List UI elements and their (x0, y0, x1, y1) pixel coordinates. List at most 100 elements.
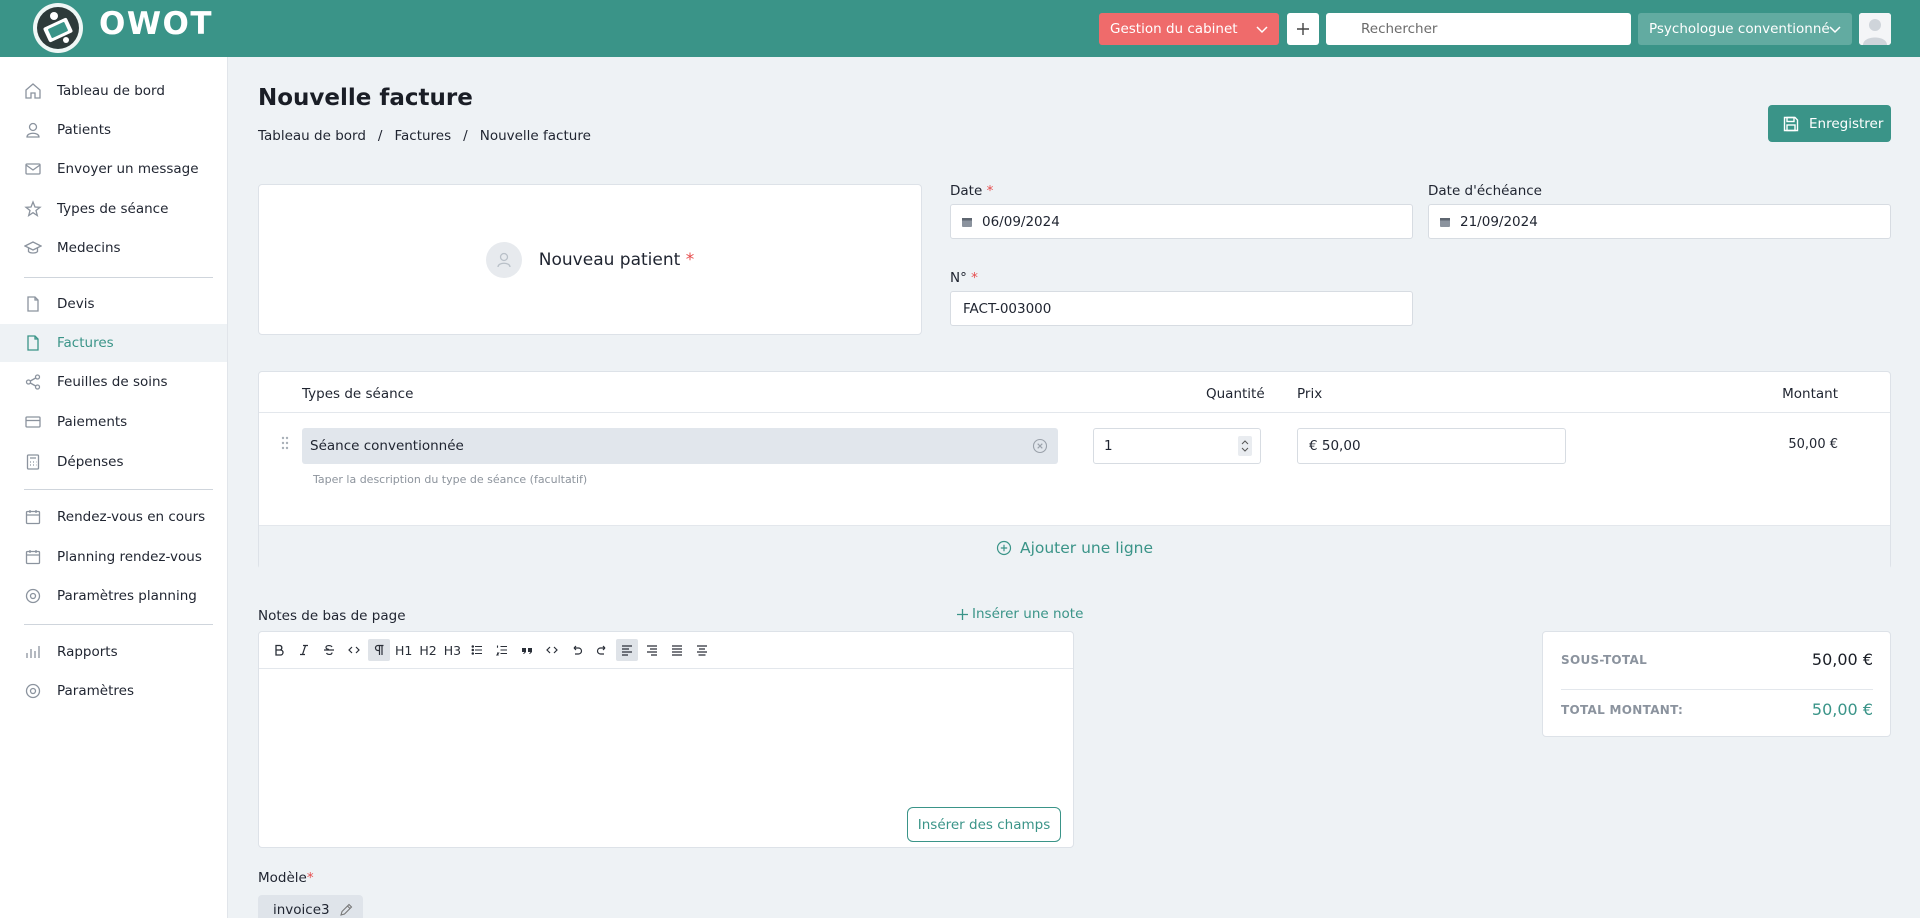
bold-icon[interactable] (268, 639, 290, 661)
add-line-button[interactable]: Ajouter une ligne (259, 525, 1890, 569)
user-avatar[interactable] (1859, 13, 1891, 45)
sidebar-item-label: Feuilles de soins (57, 374, 168, 390)
sidebar-item-payments[interactable]: Paiements (0, 403, 227, 441)
strikethrough-icon[interactable] (318, 639, 340, 661)
quantity-stepper[interactable]: 1 (1093, 428, 1261, 464)
breadcrumb-link-invoices[interactable]: Factures (394, 128, 451, 144)
invoice-number-value: FACT-003000 (963, 300, 1052, 317)
file-icon (24, 295, 42, 313)
sidebar-item-session-types[interactable]: Types de séance (0, 190, 227, 228)
sidebar: Tableau de bord Patients Envoyer un mess… (0, 57, 228, 918)
calendar-icon (961, 216, 973, 228)
patient-selector[interactable]: Nouveau patient * (258, 184, 922, 335)
date-field[interactable]: 06/09/2024 (950, 204, 1413, 239)
save-button[interactable]: Enregistrer (1768, 105, 1891, 142)
sidebar-item-care-sheets[interactable]: Feuilles de soins (0, 363, 227, 401)
sidebar-item-send-message[interactable]: Envoyer un message (0, 150, 227, 188)
invoice-number-field[interactable]: FACT-003000 (950, 291, 1413, 326)
gear-icon (24, 682, 42, 700)
sidebar-item-dashboard[interactable]: Tableau de bord (0, 72, 227, 110)
invoice-items-table: Types de séance Quantité Prix Montant Sé… (258, 371, 1891, 569)
plus-circle-icon (996, 540, 1020, 556)
line-amount: 50,00 € (1788, 437, 1838, 452)
patient-selector-label: Nouveau patient * (538, 249, 695, 270)
sidebar-item-appointment-planning[interactable]: Planning rendez-vous (0, 538, 227, 576)
gear-icon (24, 587, 42, 605)
italic-icon[interactable] (293, 639, 315, 661)
star-icon (24, 200, 42, 218)
breadcrumb-separator: / (463, 128, 468, 144)
redo-icon[interactable] (591, 639, 613, 661)
insert-note-label: Insérer une note (972, 606, 1084, 622)
breadcrumb-link-dashboard[interactable]: Tableau de bord (258, 128, 366, 144)
code-block-icon[interactable] (541, 639, 563, 661)
footer-notes-editor[interactable]: H1 H2 H3 Insérer des champs (258, 631, 1074, 848)
page-title: Nouvelle facture (258, 85, 473, 111)
quote-icon[interactable] (516, 639, 538, 661)
date-label: Date * (950, 183, 994, 199)
sidebar-item-doctors[interactable]: Medecins (0, 229, 227, 267)
chevron-down-icon (1828, 22, 1842, 36)
cabinet-menu-button[interactable]: Gestion du cabinet (1099, 13, 1279, 45)
code-icon[interactable] (343, 639, 365, 661)
heading-3-icon[interactable]: H3 (442, 639, 463, 661)
drag-handle-icon[interactable] (281, 436, 289, 450)
quantity-value: 1 (1104, 438, 1113, 454)
align-right-icon[interactable] (641, 639, 663, 661)
cabinet-menu-label: Gestion du cabinet (1110, 21, 1238, 37)
sidebar-item-settings[interactable]: Paramètres (0, 672, 227, 710)
heading-2-icon[interactable]: H2 (417, 639, 438, 661)
sidebar-item-label: Paiements (57, 414, 128, 430)
top-bar: OWOT Gestion du cabinet Psychologue conv… (0, 0, 1920, 57)
totals-divider (1561, 689, 1873, 690)
heading-1-icon[interactable]: H1 (393, 639, 414, 661)
sidebar-item-label: Dépenses (57, 454, 124, 470)
sidebar-divider (24, 624, 213, 625)
sidebar-item-expenses[interactable]: Dépenses (0, 443, 227, 481)
breadcrumb-current: Nouvelle facture (479, 128, 591, 144)
session-type-select[interactable]: Séance conventionnée (302, 428, 1058, 464)
invoice-file-icon (24, 334, 42, 352)
due-date-value: 21/09/2024 (1460, 213, 1538, 230)
paragraph-icon[interactable] (368, 639, 390, 661)
sidebar-item-label: Paramètres planning (57, 588, 197, 604)
sidebar-item-label: Envoyer un message (57, 161, 199, 177)
session-description-input[interactable]: Taper la description du type de séance (… (313, 473, 587, 486)
sidebar-item-current-appointments[interactable]: Rendez-vous en cours (0, 498, 227, 536)
bar-chart-icon (24, 643, 42, 661)
search-field[interactable] (1326, 13, 1631, 45)
owot-logo-icon[interactable] (30, 0, 86, 56)
profile-menu-label: Psychologue conventionné (1649, 21, 1830, 37)
sidebar-item-reports[interactable]: Rapports (0, 633, 227, 671)
ordered-list-icon[interactable] (491, 639, 513, 661)
align-center-icon[interactable] (691, 639, 713, 661)
align-left-icon[interactable] (616, 639, 639, 661)
sidebar-item-label: Planning rendez-vous (57, 549, 202, 565)
bullet-list-icon[interactable] (466, 639, 488, 661)
profile-menu-button[interactable]: Psychologue conventionné (1638, 13, 1852, 45)
align-justify-icon[interactable] (666, 639, 688, 661)
subtotal-row: SOUS-TOTAL 50,00 € (1561, 650, 1873, 669)
template-selector[interactable]: invoice3 (258, 895, 363, 918)
clear-selection-icon[interactable] (1032, 438, 1048, 454)
sidebar-item-label: Paramètres (57, 683, 134, 699)
due-date-field[interactable]: 21/09/2024 (1428, 204, 1891, 239)
undo-icon[interactable] (566, 639, 588, 661)
sidebar-item-patients[interactable]: Patients (0, 111, 227, 149)
quick-add-button[interactable] (1287, 13, 1319, 45)
sidebar-item-quotes[interactable]: Devis (0, 285, 227, 323)
calendar-icon (24, 548, 42, 566)
sidebar-item-invoices[interactable]: Factures (0, 324, 227, 362)
price-input[interactable]: € 50,00 (1297, 428, 1566, 464)
insert-note-button[interactable]: Insérer une note (956, 606, 1083, 622)
price-value: € 50,00 (1309, 438, 1361, 454)
stepper-arrows-icon[interactable] (1238, 436, 1252, 456)
invoice-number-label: N° * (950, 270, 978, 286)
credit-card-icon (24, 413, 42, 431)
sidebar-item-planning-settings[interactable]: Paramètres planning (0, 577, 227, 615)
column-header-session-type: Types de séance (302, 386, 414, 402)
insert-fields-button[interactable]: Insérer des champs (907, 807, 1061, 842)
breadcrumb-separator: / (377, 128, 383, 144)
pencil-edit-icon[interactable] (330, 903, 353, 917)
search-input[interactable] (1326, 13, 1631, 45)
